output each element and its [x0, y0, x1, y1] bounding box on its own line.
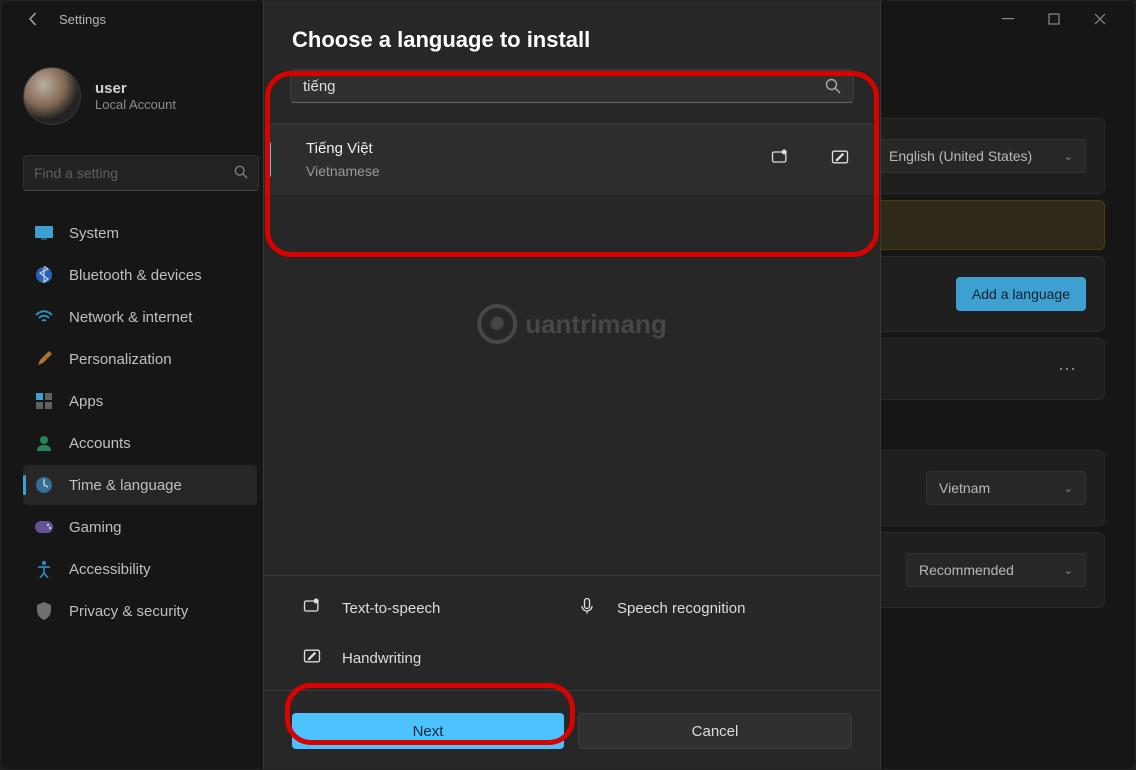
watermark-logo-icon: ✺ [477, 304, 517, 344]
next-button[interactable]: Next [292, 713, 564, 749]
language-feature-icons [770, 147, 850, 172]
feature-handwriting: Handwriting [302, 646, 577, 670]
dialog-search[interactable] [290, 69, 854, 103]
search-icon [825, 78, 841, 94]
handwriting-icon [302, 646, 322, 670]
tts-icon [302, 596, 322, 620]
settings-window: Settings user Local Account [0, 0, 1136, 770]
dialog-search-input[interactable] [303, 78, 825, 95]
handwriting-icon [830, 147, 850, 172]
dialog-feature-legend: Text-to-speech Speech recognition Handwr… [264, 575, 880, 690]
dialog-title: Choose a language to install [264, 1, 880, 69]
language-native-name: Tiếng Việt [306, 140, 380, 157]
language-result-vietnamese[interactable]: Tiếng Việt Vietnamese [266, 124, 878, 195]
language-results: Tiếng Việt Vietnamese [266, 123, 878, 195]
feature-speech-recognition: Speech recognition [577, 596, 852, 620]
watermark: ✺ uantrimang [477, 304, 667, 344]
feature-tts: Text-to-speech [302, 596, 577, 620]
tts-icon [770, 147, 790, 172]
cancel-button[interactable]: Cancel [578, 713, 852, 749]
dialog-buttons: Next Cancel [264, 690, 880, 770]
install-language-dialog: Choose a language to install Tiếng Việt … [263, 1, 881, 770]
language-english-name: Vietnamese [306, 163, 380, 179]
microphone-icon [577, 596, 597, 620]
